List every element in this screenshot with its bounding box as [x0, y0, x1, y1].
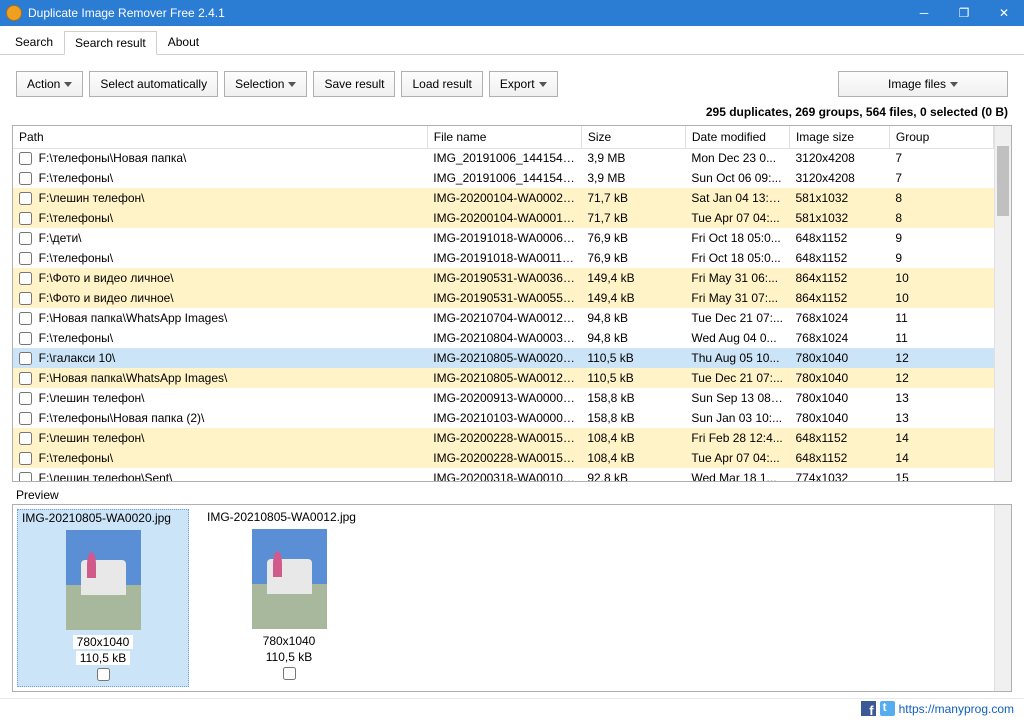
results-table: Path File name Size Date modified Image … [12, 125, 1012, 482]
table-row[interactable]: F:\лешин телефон\IMG-20200228-WA0015....… [13, 428, 994, 448]
row-checkbox[interactable] [19, 152, 32, 165]
table-row[interactable]: F:\телефоны\IMG-20200104-WA0001....71,7 … [13, 208, 994, 228]
preview-filename: IMG-20210805-WA0020.jpg [18, 510, 188, 526]
row-checkbox[interactable] [19, 192, 32, 205]
table-row[interactable]: F:\дети\IMG-20191018-WA0006....76,9 kBFr… [13, 228, 994, 248]
table-row[interactable]: F:\телефоны\IMG-20210804-WA0003....94,8 … [13, 328, 994, 348]
save-result-button[interactable]: Save result [313, 71, 395, 97]
table-row[interactable]: F:\телефоны\Новая папка\IMG_20191006_144… [13, 148, 994, 168]
load-result-button[interactable]: Load result [401, 71, 482, 97]
table-row[interactable]: F:\галакси 10\IMG-20210805-WA0020....110… [13, 348, 994, 368]
row-checkbox[interactable] [19, 372, 32, 385]
row-checkbox[interactable] [19, 312, 32, 325]
tab-about[interactable]: About [157, 30, 210, 54]
table-row[interactable]: F:\лешин телефон\Sent\IMG-20200318-WA001… [13, 468, 994, 481]
select-automatically-button[interactable]: Select automatically [89, 71, 218, 97]
tab-search[interactable]: Search [4, 30, 64, 54]
preview-card[interactable]: IMG-20210805-WA0012.jpg 780x1040 110,5 kB [203, 509, 375, 687]
row-checkbox[interactable] [19, 432, 32, 445]
preview-dimensions: 780x1040 [259, 634, 320, 648]
row-checkbox[interactable] [19, 452, 32, 465]
row-checkbox[interactable] [19, 392, 32, 405]
selection-button[interactable]: Selection [224, 71, 307, 97]
app-icon [6, 5, 22, 21]
table-scrollbar[interactable] [994, 126, 1011, 481]
preview-panel: IMG-20210805-WA0020.jpg780x1040110,5 kBI… [12, 504, 1012, 692]
col-file[interactable]: File name [427, 126, 581, 148]
row-checkbox[interactable] [19, 472, 32, 481]
col-date[interactable]: Date modified [685, 126, 789, 148]
preview-checkbox[interactable] [283, 667, 296, 680]
close-button[interactable]: ✕ [984, 0, 1024, 26]
table-row[interactable]: F:\телефоны\IMG-20200228-WA0015....108,4… [13, 448, 994, 468]
twitter-icon[interactable] [880, 701, 895, 716]
table-row[interactable]: F:\Фото и видео личное\IMG-20190531-WA00… [13, 288, 994, 308]
row-checkbox[interactable] [19, 412, 32, 425]
facebook-icon[interactable] [861, 701, 876, 716]
row-checkbox[interactable] [19, 352, 32, 365]
toolbar: Action Select automatically Selection Sa… [0, 55, 1024, 105]
preview-scrollbar[interactable] [994, 505, 1011, 691]
row-checkbox[interactable] [19, 272, 32, 285]
row-checkbox[interactable] [19, 212, 32, 225]
action-button[interactable]: Action [16, 71, 83, 97]
preview-size: 110,5 kB [262, 650, 316, 664]
caret-icon [950, 82, 958, 87]
col-size[interactable]: Size [581, 126, 685, 148]
status-text: 295 duplicates, 269 groups, 564 files, 0… [0, 105, 1024, 125]
table-row[interactable]: F:\лешин телефон\IMG-20200913-WA0000....… [13, 388, 994, 408]
caret-icon [288, 82, 296, 87]
preview-thumbnail [252, 529, 327, 629]
table-row[interactable]: F:\Фото и видео личное\IMG-20190531-WA00… [13, 268, 994, 288]
table-row[interactable]: F:\телефоны\Новая папка (2)\IMG-20210103… [13, 408, 994, 428]
preview-filename: IMG-20210805-WA0012.jpg [203, 509, 375, 525]
preview-thumbnail [66, 530, 141, 630]
row-checkbox[interactable] [19, 232, 32, 245]
col-group[interactable]: Group [889, 126, 993, 148]
image-files-button[interactable]: Image files [838, 71, 1008, 97]
row-checkbox[interactable] [19, 172, 32, 185]
export-button[interactable]: Export [489, 71, 558, 97]
row-checkbox[interactable] [19, 332, 32, 345]
caret-icon [539, 82, 547, 87]
preview-size: 110,5 kB [76, 651, 130, 665]
maximize-button[interactable]: ❐ [944, 0, 984, 26]
table-row[interactable]: F:\лешин телефон\IMG-20200104-WA0002....… [13, 188, 994, 208]
website-link[interactable]: https://manyprog.com [899, 702, 1014, 716]
footer: https://manyprog.com [0, 698, 1024, 718]
minimize-button[interactable]: ─ [904, 0, 944, 26]
col-imgsize[interactable]: Image size [789, 126, 889, 148]
tab-search-result[interactable]: Search result [64, 31, 157, 55]
table-row[interactable]: F:\Новая папка\WhatsApp Images\IMG-20210… [13, 368, 994, 388]
tab-bar: Search Search result About [0, 26, 1024, 55]
preview-checkbox[interactable] [97, 668, 110, 681]
titlebar: Duplicate Image Remover Free 2.4.1 ─ ❐ ✕ [0, 0, 1024, 26]
preview-label: Preview [16, 488, 1024, 502]
table-row[interactable]: F:\телефоны\IMG-20191018-WA0011....76,9 … [13, 248, 994, 268]
preview-card[interactable]: IMG-20210805-WA0020.jpg 780x1040 110,5 kB [17, 509, 189, 687]
col-path[interactable]: Path [13, 126, 427, 148]
table-row[interactable]: F:\Новая папка\WhatsApp Images\IMG-20210… [13, 308, 994, 328]
window-title: Duplicate Image Remover Free 2.4.1 [28, 6, 904, 20]
preview-dimensions: 780x1040 [73, 635, 134, 649]
row-checkbox[interactable] [19, 252, 32, 265]
caret-icon [64, 82, 72, 87]
table-row[interactable]: F:\телефоны\IMG_20191006_144154.jpg3,9 M… [13, 168, 994, 188]
row-checkbox[interactable] [19, 292, 32, 305]
